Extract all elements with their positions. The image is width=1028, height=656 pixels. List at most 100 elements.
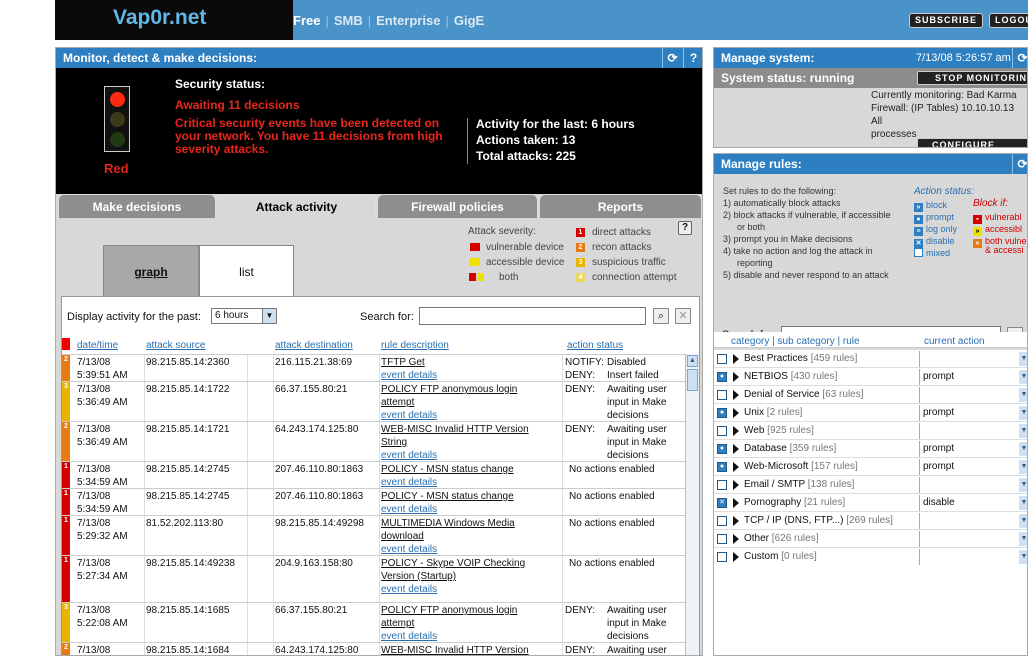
legend-help-icon[interactable]: ? bbox=[678, 221, 692, 235]
stop-monitoring-button[interactable]: STOP MONITORING bbox=[917, 71, 1027, 85]
subtab-list[interactable]: list bbox=[199, 245, 294, 297]
tab-firewall-policies[interactable]: Firewall policies bbox=[377, 194, 538, 218]
subscribe-button[interactable]: SUBSCRIBE bbox=[909, 13, 983, 28]
help-icon[interactable]: ? bbox=[683, 48, 702, 68]
rule-action-select[interactable]: disable ▼ bbox=[919, 495, 1027, 511]
logo[interactable]: Vap0r.net bbox=[55, 0, 293, 40]
col-datetime[interactable]: date/time bbox=[77, 340, 118, 351]
rule-action-select[interactable]: ▼ bbox=[919, 351, 1027, 367]
refresh-icon[interactable]: ⟳ bbox=[1012, 154, 1027, 174]
display-period-select[interactable]: 6 hours ▼ bbox=[211, 308, 277, 324]
rule-action-select[interactable]: ▼ bbox=[919, 423, 1027, 439]
table-row[interactable]: 1 7/13/08 5:34:59 AM 98.215.85.14:2745 207.4… bbox=[62, 488, 685, 516]
rule-action-select[interactable]: prompt ▼ bbox=[919, 459, 1027, 475]
rule-category-row[interactable]: Denial of Service [63 rules] ▼ bbox=[714, 385, 1027, 403]
cell-rule[interactable]: TFTP Get event details bbox=[381, 356, 556, 382]
table-row[interactable]: 1 7/13/08 5:34:59 AM 98.215.85.14:2745 207.4… bbox=[62, 461, 685, 489]
block-icon: » bbox=[914, 203, 923, 212]
monitor-panel: Monitor, detect & make decisions: ⟳ ? Re… bbox=[55, 47, 703, 656]
edition-smb[interactable]: SMB bbox=[334, 13, 363, 28]
rule-action-select[interactable]: ▼ bbox=[919, 549, 1027, 565]
disable-icon: ✕ bbox=[717, 498, 727, 508]
edition-enterprise[interactable]: Enterprise bbox=[376, 13, 440, 28]
rules-col-category[interactable]: category | sub category | rule bbox=[731, 336, 860, 347]
rule-action-select[interactable]: ▼ bbox=[919, 513, 1027, 529]
rule-category-row[interactable]: Other [626 rules] ▼ bbox=[714, 529, 1027, 547]
rule-action-select[interactable]: ▼ bbox=[919, 477, 1027, 493]
logout-button[interactable]: LOGOU bbox=[989, 13, 1028, 28]
table-row[interactable]: 2 7/13/08 5:36:49 AM 98.215.85.14:1721 64.24… bbox=[62, 421, 685, 462]
subtab-graph[interactable]: graph bbox=[103, 245, 199, 297]
cell-action-status: Awaiting userinput in Make bbox=[607, 645, 667, 656]
rule-action-select[interactable]: ▼ bbox=[919, 531, 1027, 547]
table-row[interactable]: 2 7/13/085:22:08 AM 98.215.85.14:1684 64.24… bbox=[62, 642, 685, 656]
expand-arrow-icon[interactable] bbox=[733, 516, 739, 526]
rule-category-row[interactable]: ● Database [359 rules] prompt ▼ bbox=[714, 439, 1027, 457]
cell-rule[interactable]: MULTIMEDIA Windows Media download event de… bbox=[381, 517, 556, 556]
search-input[interactable] bbox=[419, 307, 646, 325]
expand-arrow-icon[interactable] bbox=[733, 462, 739, 472]
scrollbar[interactable]: ▲ bbox=[685, 354, 699, 655]
col-rule[interactable]: rule description bbox=[381, 340, 449, 351]
cell-rule[interactable]: POLICY - MSN status change event details bbox=[381, 463, 556, 489]
refresh-icon[interactable]: ⟳ bbox=[662, 48, 682, 68]
col-destination[interactable]: attack destination bbox=[275, 340, 353, 351]
rule-category-row[interactable]: Email / SMTP [138 rules] ▼ bbox=[714, 475, 1027, 493]
rule-category-row[interactable]: ● Unix [2 rules] prompt ▼ bbox=[714, 403, 1027, 421]
expand-arrow-icon[interactable] bbox=[733, 372, 739, 382]
cell-rule[interactable]: POLICY FTP anonymous login attempt event d… bbox=[381, 383, 556, 422]
configure-system-button[interactable]: CONFIGURE SYSTEM bbox=[917, 138, 1027, 147]
mixed-icon bbox=[717, 426, 727, 436]
edition-gige[interactable]: GigE bbox=[454, 13, 484, 28]
expand-arrow-icon[interactable] bbox=[733, 552, 739, 562]
cell-destination: 204.9.163.158:80 bbox=[275, 558, 353, 569]
cell-rule[interactable]: POLICY - Skype VOIP Checking Version (Sta… bbox=[381, 557, 556, 596]
tab-make-decisions[interactable]: Make decisions bbox=[58, 194, 216, 218]
expand-arrow-icon[interactable] bbox=[733, 390, 739, 400]
tab-attack-activity[interactable]: Attack activity bbox=[217, 194, 376, 218]
rule-category-name: Other [626 rules] bbox=[744, 533, 819, 544]
cell-rule[interactable]: WEB-MISC Invalid HTTP VersionStringevent… bbox=[381, 644, 556, 655]
rule-category-row[interactable]: Custom [0 rules] ▼ bbox=[714, 547, 1027, 565]
tab-reports[interactable]: Reports bbox=[539, 194, 702, 218]
rule-category-row[interactable]: Web [925 rules] ▼ bbox=[714, 421, 1027, 439]
expand-arrow-icon[interactable] bbox=[733, 444, 739, 454]
event-details-link[interactable]: event details bbox=[381, 583, 556, 596]
table-row[interactable]: 1 7/13/08 5:29:32 AM 81.52.202.113:80 98.215… bbox=[62, 515, 685, 556]
cell-rule[interactable]: WEB-MISC Invalid HTTP VersionStringevent… bbox=[381, 423, 556, 462]
search-icon[interactable]: ⌕ bbox=[653, 308, 669, 324]
col-source[interactable]: attack source bbox=[146, 340, 205, 351]
expand-arrow-icon[interactable] bbox=[733, 408, 739, 418]
col-action[interactable]: action status bbox=[567, 340, 623, 351]
rule-category-row[interactable]: ● NETBIOS [430 rules] prompt ▼ bbox=[714, 367, 1027, 385]
rule-action-select[interactable]: prompt ▼ bbox=[919, 441, 1027, 457]
rule-category-row[interactable]: TCP / IP (DNS, FTP...) [269 rules] ▼ bbox=[714, 511, 1027, 529]
table-row[interactable]: 3 7/13/08 5:36:49 AM 98.215.85.14:1722 66.37… bbox=[62, 381, 685, 422]
severity-icon: 2 bbox=[62, 355, 70, 382]
edition-free[interactable]: Free bbox=[293, 13, 320, 28]
rules-col-action[interactable]: current action bbox=[924, 336, 985, 347]
clear-icon[interactable]: ✕ bbox=[675, 308, 691, 324]
table-row[interactable]: 2 7/13/08 5:39:51 AM 98.215.85.14:2360 216.1… bbox=[62, 354, 685, 382]
table-row[interactable]: 3 7/13/08 5:22:08 AM 98.215.85.14:1685 66.37… bbox=[62, 602, 685, 643]
rule-category-row[interactable]: ● Web-Microsoft [157 rules] prompt ▼ bbox=[714, 457, 1027, 475]
refresh-icon[interactable]: ⟳ bbox=[1012, 48, 1027, 68]
rule-category-row[interactable]: Best Practices [459 rules] ▼ bbox=[714, 349, 1027, 367]
chevron-down-icon: ▼ bbox=[1019, 460, 1027, 474]
expand-arrow-icon[interactable] bbox=[733, 498, 739, 508]
cell-rule[interactable]: POLICY - MSN status change event details bbox=[381, 490, 556, 516]
severity-icon: 2 bbox=[62, 422, 70, 462]
cell-source: 98.215.85.14:2745 bbox=[146, 464, 230, 475]
expand-arrow-icon[interactable] bbox=[733, 354, 739, 364]
rule-action-select[interactable]: prompt ▼ bbox=[919, 405, 1027, 421]
expand-arrow-icon[interactable] bbox=[733, 534, 739, 544]
table-row[interactable]: 1 7/13/08 5:27:34 AM 98.215.85.14:49238 204.… bbox=[62, 555, 685, 603]
expand-arrow-icon[interactable] bbox=[733, 480, 739, 490]
rule-action-select[interactable]: prompt ▼ bbox=[919, 369, 1027, 385]
expand-arrow-icon[interactable] bbox=[733, 426, 739, 436]
cell-rule[interactable]: POLICY FTP anonymous login attempt event d… bbox=[381, 604, 556, 643]
rule-category-row[interactable]: ✕ Pornography [21 rules] disable ▼ bbox=[714, 493, 1027, 511]
rule-category-name: TCP / IP (DNS, FTP...) [269 rules] bbox=[744, 515, 893, 526]
rule-action-select[interactable]: ▼ bbox=[919, 387, 1027, 403]
mixed-icon bbox=[717, 354, 727, 364]
